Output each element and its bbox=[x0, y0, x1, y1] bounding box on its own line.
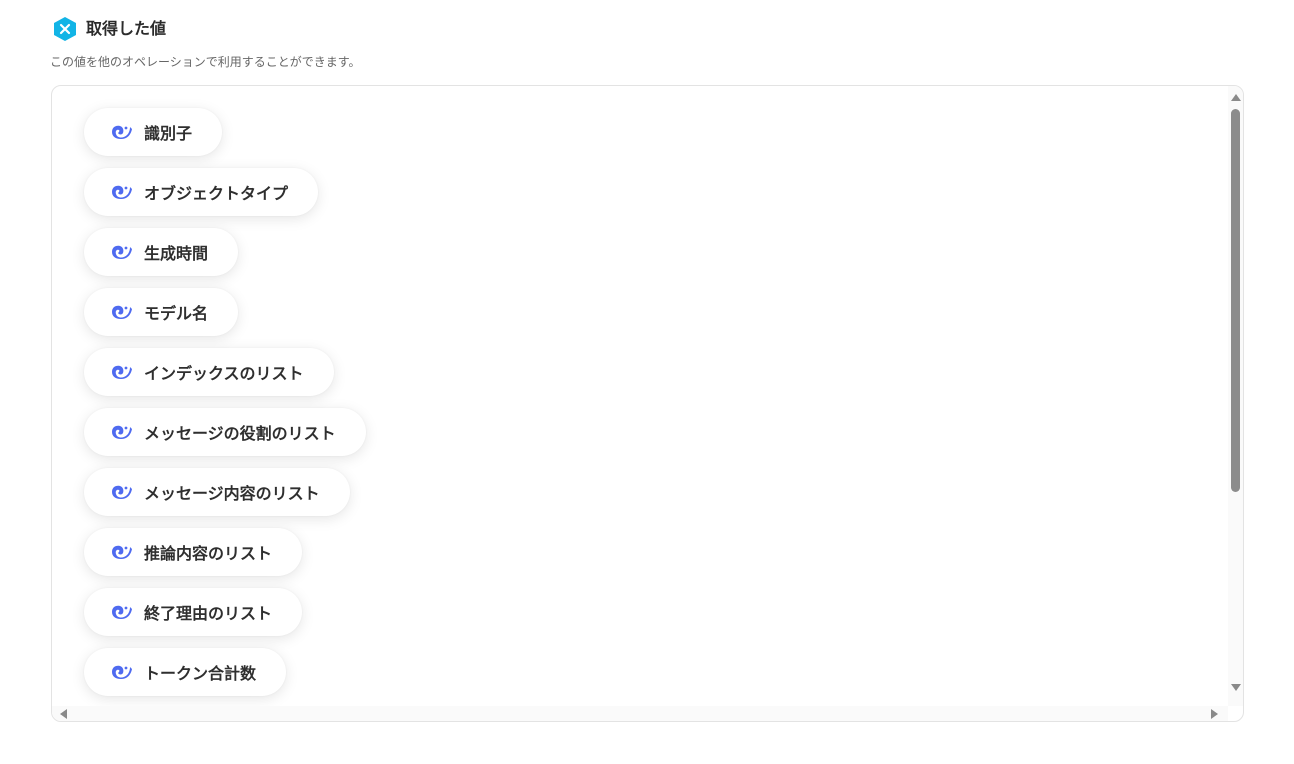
section-title: 取得した値 bbox=[86, 19, 167, 38]
scroll-left-arrow-icon[interactable] bbox=[60, 709, 67, 719]
vertical-scrollbar-thumb[interactable] bbox=[1231, 109, 1240, 492]
values-panel: 識別子 オブジェクトタイプ 生成時間 モデル名 インデックスのリスト メッセージ… bbox=[51, 85, 1244, 722]
horizontal-scrollbar[interactable] bbox=[52, 706, 1228, 721]
deepseek-whale-icon bbox=[110, 243, 132, 261]
value-chip-model-name[interactable]: モデル名 bbox=[84, 288, 239, 336]
deepseek-whale-icon bbox=[110, 663, 132, 681]
value-chip-created-time[interactable]: 生成時間 bbox=[84, 228, 239, 276]
value-chip-label: 終了理由のリスト bbox=[144, 604, 273, 623]
value-chip-label: メッセージの役割のリスト bbox=[144, 424, 336, 443]
value-chip-label: 生成時間 bbox=[144, 244, 209, 263]
deepseek-whale-icon bbox=[110, 123, 132, 141]
deepseek-whale-icon bbox=[110, 603, 132, 621]
deepseek-whale-icon bbox=[110, 423, 132, 441]
value-chip-label: モデル名 bbox=[144, 304, 209, 323]
section-header: 取得した値 bbox=[52, 16, 166, 42]
value-chip-object-type[interactable]: オブジェクトタイプ bbox=[84, 168, 319, 216]
value-chip-total-tokens[interactable]: トークン合計数 bbox=[84, 648, 287, 696]
deepseek-whale-icon bbox=[110, 483, 132, 501]
yoom-hex-logo-icon bbox=[52, 16, 78, 42]
deepseek-whale-icon bbox=[110, 363, 132, 381]
deepseek-whale-icon bbox=[110, 303, 132, 321]
scroll-right-arrow-icon[interactable] bbox=[1211, 709, 1218, 719]
value-chip-reasoning-content-list[interactable]: 推論内容のリスト bbox=[84, 528, 303, 576]
value-chip-index-list[interactable]: インデックスのリスト bbox=[84, 348, 334, 396]
vertical-scrollbar[interactable] bbox=[1228, 86, 1243, 706]
value-chip-message-content-list[interactable]: メッセージ内容のリスト bbox=[84, 468, 350, 516]
scroll-up-arrow-icon[interactable] bbox=[1231, 94, 1241, 101]
value-chip-label: トークン合計数 bbox=[144, 664, 257, 683]
scroll-down-arrow-icon[interactable] bbox=[1231, 684, 1241, 691]
values-list: 識別子 オブジェクトタイプ 生成時間 モデル名 インデックスのリスト メッセージ… bbox=[84, 108, 1223, 705]
value-chip-identifier[interactable]: 識別子 bbox=[84, 108, 223, 156]
deepseek-whale-icon bbox=[110, 543, 132, 561]
value-chip-label: 推論内容のリスト bbox=[144, 544, 273, 563]
value-chip-label: 識別子 bbox=[144, 124, 193, 143]
value-chip-label: メッセージ内容のリスト bbox=[144, 484, 320, 503]
value-chip-label: オブジェクトタイプ bbox=[144, 184, 289, 203]
value-chip-label: インデックスのリスト bbox=[144, 364, 304, 383]
deepseek-whale-icon bbox=[110, 183, 132, 201]
value-chip-message-role-list[interactable]: メッセージの役割のリスト bbox=[84, 408, 366, 456]
value-chip-finish-reason-list[interactable]: 終了理由のリスト bbox=[84, 588, 303, 636]
section-description: この値を他のオペレーションで利用することができます。 bbox=[50, 55, 361, 69]
